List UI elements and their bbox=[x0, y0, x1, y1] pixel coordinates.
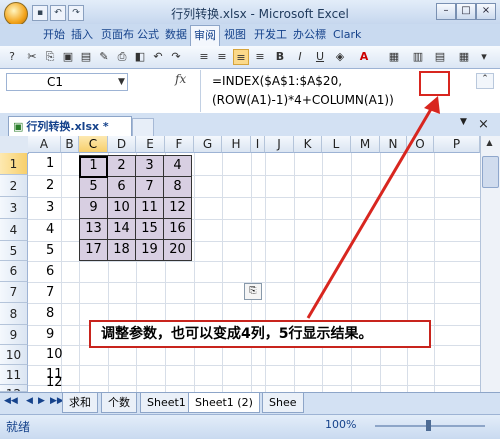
scroll-up-icon[interactable]: ▲ bbox=[482, 138, 497, 153]
scroll-thumb[interactable] bbox=[482, 156, 499, 188]
status-ready: 就绪 bbox=[6, 420, 31, 434]
sheet-tab-shee[interactable]: Shee bbox=[262, 393, 304, 413]
zoom-slider-knob[interactable] bbox=[426, 420, 431, 431]
zoom-level[interactable]: 100% bbox=[325, 418, 356, 431]
next-sheet-icon[interactable]: ▶ bbox=[38, 396, 45, 406]
prev-sheet-icon[interactable]: ◀ bbox=[26, 396, 33, 406]
sheet-tab-count[interactable]: 个数 bbox=[101, 393, 137, 413]
annotation-callout: 调整参数，也可以变成4列，5行显示结果。 bbox=[89, 320, 431, 348]
sheet-tab-sheet1-2[interactable]: Sheet1 (2) bbox=[188, 393, 260, 413]
annotation-arrow bbox=[306, 96, 440, 319]
sheet-tab-sum[interactable]: 求和 bbox=[62, 393, 98, 413]
first-sheet-icon[interactable]: ◀◀ bbox=[4, 396, 18, 406]
sheet-tab-sheet1[interactable]: Sheet1 bbox=[140, 393, 193, 413]
